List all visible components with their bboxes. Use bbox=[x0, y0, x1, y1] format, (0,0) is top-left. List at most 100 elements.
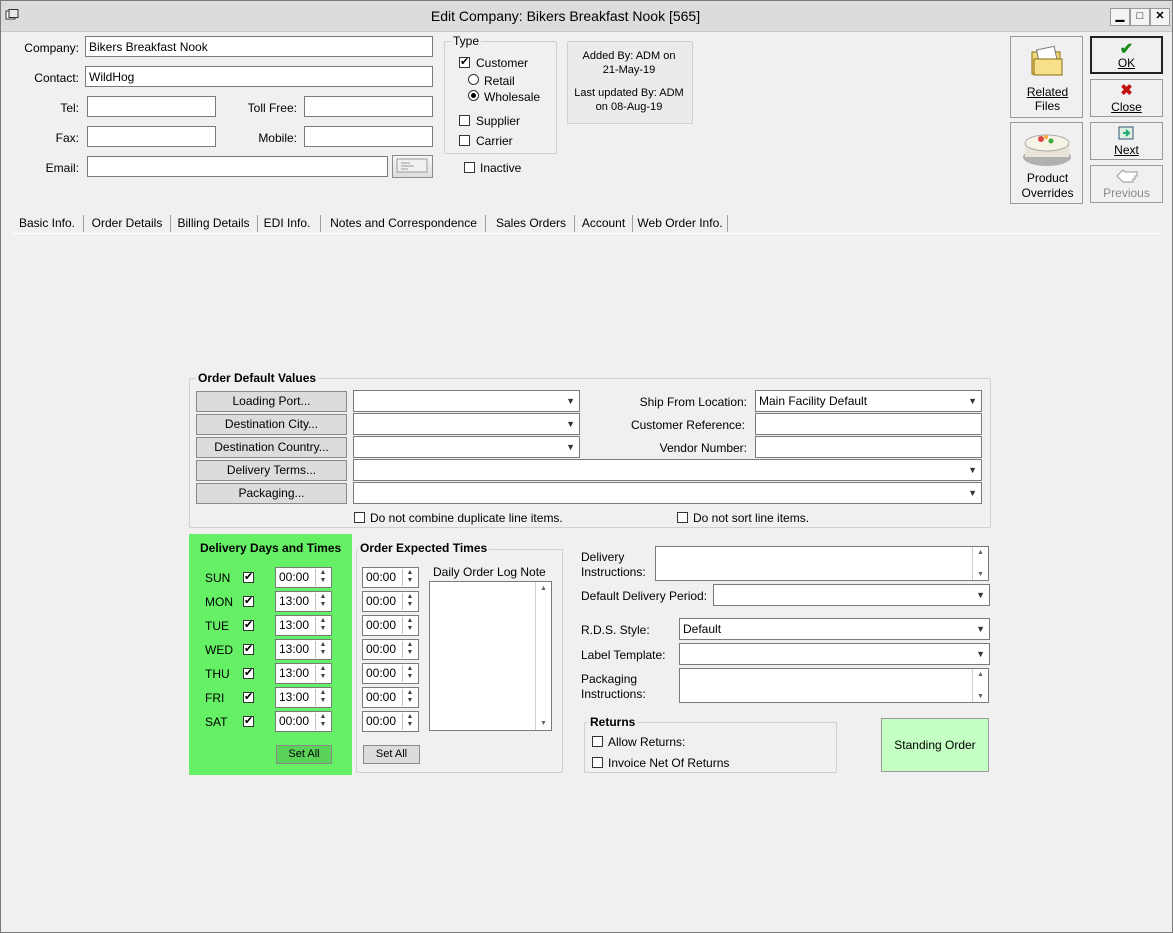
wholesale-radio[interactable] bbox=[468, 90, 479, 101]
tab-edi-info[interactable]: EDI Info. bbox=[259, 213, 315, 233]
label-template-select[interactable]: ▼ bbox=[679, 643, 990, 665]
ship-from-label: Ship From Location: bbox=[639, 395, 747, 409]
loading-port-select[interactable]: ▼ bbox=[353, 390, 580, 412]
spinner-arrows-icon[interactable]: ▲ ▼ bbox=[402, 713, 417, 730]
customer-reference-field[interactable] bbox=[755, 413, 982, 435]
delivery-set-all-button[interactable]: Set All bbox=[276, 745, 332, 764]
expected-time-spinner[interactable]: 00:00 ▲ ▼ bbox=[362, 615, 419, 636]
spinner-arrows-icon[interactable]: ▲ ▼ bbox=[402, 689, 417, 706]
tab-billing-details[interactable]: Billing Details bbox=[172, 213, 255, 233]
delivery-days-title: Delivery Days and Times bbox=[200, 541, 342, 555]
spinner-arrows-icon[interactable]: ▲ ▼ bbox=[402, 593, 417, 610]
spinner-arrows-icon[interactable]: ▲ ▼ bbox=[315, 617, 330, 634]
ship-from-select[interactable]: Main Facility Default ▼ bbox=[755, 390, 982, 412]
expected-time-spinner[interactable]: 00:00 ▲ ▼ bbox=[362, 687, 419, 708]
destination-country-button[interactable]: Destination Country... bbox=[196, 437, 347, 458]
related-files-button[interactable]: Related Files bbox=[1010, 36, 1083, 118]
minimize-button[interactable]: ▁ bbox=[1110, 8, 1130, 26]
rds-style-select[interactable]: Default ▼ bbox=[679, 618, 990, 640]
ok-button[interactable]: ✔ OK bbox=[1090, 36, 1163, 74]
spinner-arrows-icon[interactable]: ▲ ▼ bbox=[315, 593, 330, 610]
previous-button[interactable]: Previous bbox=[1090, 165, 1163, 203]
contact-label: Contact: bbox=[34, 71, 79, 85]
company-field[interactable] bbox=[85, 36, 433, 57]
email-label: Email: bbox=[45, 161, 79, 175]
close-button[interactable]: ✖ Close bbox=[1090, 79, 1163, 117]
delivery-time-spinner[interactable]: 13:00 ▲ ▼ bbox=[275, 591, 332, 612]
destination-city-button[interactable]: Destination City... bbox=[196, 414, 347, 435]
tab-sales-orders[interactable]: Sales Orders bbox=[487, 213, 575, 233]
retail-radio[interactable] bbox=[468, 74, 479, 85]
log-note-textarea[interactable]: ▲ ▼ bbox=[429, 581, 552, 731]
delivery-day-checkbox[interactable]: ✔ bbox=[243, 572, 254, 583]
mobile-field[interactable] bbox=[304, 126, 433, 147]
spinner-arrows-icon[interactable]: ▲ ▼ bbox=[402, 641, 417, 658]
expected-time-spinner[interactable]: 00:00 ▲ ▼ bbox=[362, 567, 419, 588]
tab-basic-info[interactable]: Basic Info. bbox=[13, 213, 81, 233]
next-button[interactable]: Next bbox=[1090, 122, 1163, 160]
close-window-button[interactable]: ✕ bbox=[1150, 8, 1170, 26]
delivery-time-spinner[interactable]: 13:00 ▲ ▼ bbox=[275, 687, 332, 708]
standing-order-button[interactable]: Standing Order bbox=[881, 718, 989, 772]
delivery-time-spinner[interactable]: 13:00 ▲ ▼ bbox=[275, 615, 332, 636]
packaging-select[interactable]: ▼ bbox=[353, 482, 982, 504]
delivery-terms-select[interactable]: ▼ bbox=[353, 459, 982, 481]
expected-time-spinner[interactable]: 00:00 ▲ ▼ bbox=[362, 711, 419, 732]
spinner-arrows-icon[interactable]: ▲ ▼ bbox=[402, 569, 417, 586]
maximize-button[interactable]: □ bbox=[1130, 8, 1150, 26]
inactive-checkbox[interactable] bbox=[464, 162, 475, 173]
delivery-instructions-field[interactable]: ▲ ▼ bbox=[655, 546, 989, 581]
packaging-instructions-scrollbar[interactable]: ▲ ▼ bbox=[972, 669, 988, 702]
loading-port-button[interactable]: Loading Port... bbox=[196, 391, 347, 412]
expected-time-spinner[interactable]: 00:00 ▲ ▼ bbox=[362, 663, 419, 684]
delivery-time-spinner[interactable]: 00:00 ▲ ▼ bbox=[275, 567, 332, 588]
expected-set-all-button[interactable]: Set All bbox=[363, 745, 420, 764]
toll-free-field[interactable] bbox=[304, 96, 433, 117]
expected-time-spinner[interactable]: 00:00 ▲ ▼ bbox=[362, 591, 419, 612]
no-sort-checkbox[interactable] bbox=[677, 512, 688, 523]
delivery-terms-button[interactable]: Delivery Terms... bbox=[196, 460, 347, 481]
contact-field[interactable] bbox=[85, 66, 433, 87]
tab-web-order-info[interactable]: Web Order Info. bbox=[634, 213, 726, 233]
destination-country-select[interactable]: ▼ bbox=[353, 436, 580, 458]
product-overrides-button[interactable]: Product Overrides bbox=[1010, 122, 1083, 204]
default-delivery-period-select[interactable]: ▼ bbox=[713, 584, 990, 606]
destination-city-select[interactable]: ▼ bbox=[353, 413, 580, 435]
delivery-time-spinner[interactable]: 00:00 ▲ ▼ bbox=[275, 711, 332, 732]
carrier-checkbox[interactable] bbox=[459, 135, 470, 146]
no-combine-checkbox[interactable] bbox=[354, 512, 365, 523]
expected-time-spinner[interactable]: 00:00 ▲ ▼ bbox=[362, 639, 419, 660]
spinner-arrows-icon[interactable]: ▲ ▼ bbox=[402, 617, 417, 634]
delivery-day-checkbox[interactable]: ✔ bbox=[243, 692, 254, 703]
tel-field[interactable] bbox=[87, 96, 216, 117]
spinner-arrows-icon[interactable]: ▲ ▼ bbox=[402, 665, 417, 682]
send-email-button[interactable] bbox=[392, 155, 433, 178]
customer-checkbox[interactable]: ✔ bbox=[459, 57, 470, 68]
tab-notes-correspondence[interactable]: Notes and Correspondence bbox=[322, 213, 485, 233]
tab-account[interactable]: Account bbox=[576, 213, 631, 233]
delivery-time-spinner[interactable]: 13:00 ▲ ▼ bbox=[275, 663, 332, 684]
packaging-instructions-field[interactable]: ▲ ▼ bbox=[679, 668, 989, 703]
allow-returns-checkbox[interactable] bbox=[592, 736, 603, 747]
packaging-button[interactable]: Packaging... bbox=[196, 483, 347, 504]
fax-field[interactable] bbox=[87, 126, 216, 147]
log-note-scrollbar[interactable]: ▲ ▼ bbox=[535, 582, 551, 730]
spinner-arrows-icon[interactable]: ▲ ▼ bbox=[315, 689, 330, 706]
spinner-arrows-icon[interactable]: ▲ ▼ bbox=[315, 713, 330, 730]
spinner-arrows-icon[interactable]: ▲ ▼ bbox=[315, 641, 330, 658]
email-field[interactable] bbox=[87, 156, 388, 177]
spinner-arrows-icon[interactable]: ▲ ▼ bbox=[315, 569, 330, 586]
delivery-instructions-scrollbar[interactable]: ▲ ▼ bbox=[972, 547, 988, 580]
delivery-day-checkbox[interactable]: ✔ bbox=[243, 620, 254, 631]
invoice-net-checkbox[interactable] bbox=[592, 757, 603, 768]
spinner-arrows-icon[interactable]: ▲ ▼ bbox=[315, 665, 330, 682]
delivery-day-checkbox[interactable]: ✔ bbox=[243, 644, 254, 655]
delivery-day-checkbox[interactable]: ✔ bbox=[243, 668, 254, 679]
delivery-day-checkbox[interactable]: ✔ bbox=[243, 596, 254, 607]
close-icon: ✕ bbox=[1155, 10, 1165, 22]
vendor-number-field[interactable] bbox=[755, 436, 982, 458]
delivery-time-spinner[interactable]: 13:00 ▲ ▼ bbox=[275, 639, 332, 660]
tab-order-details[interactable]: Order Details bbox=[85, 213, 169, 233]
delivery-day-checkbox[interactable]: ✔ bbox=[243, 716, 254, 727]
supplier-checkbox[interactable] bbox=[459, 115, 470, 126]
